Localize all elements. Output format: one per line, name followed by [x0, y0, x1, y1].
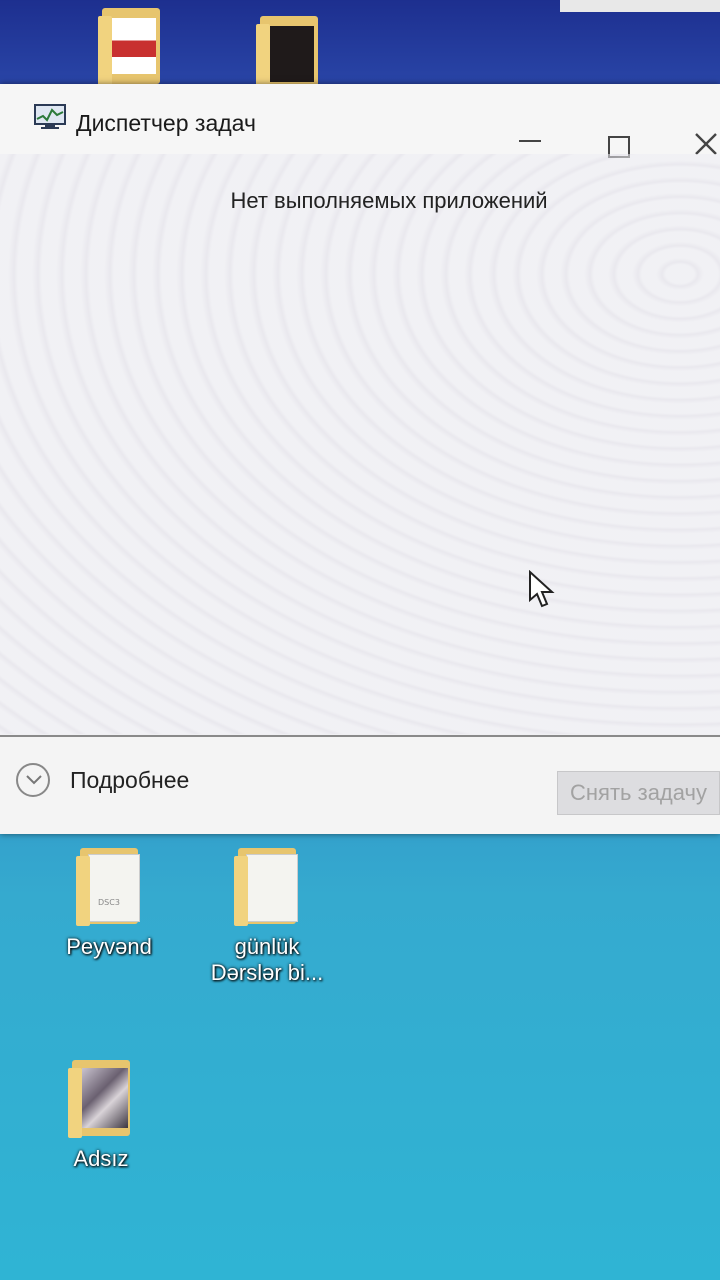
- desktop-icon-top-1[interactable]: [66, 6, 196, 86]
- empty-list-message: Нет выполняемых приложений: [230, 188, 548, 213]
- folder-icon: [98, 6, 164, 86]
- desktop-icon-adsiz[interactable]: Adsız: [36, 1058, 166, 1172]
- desktop-icon-label: Adsız: [73, 1146, 129, 1171]
- close-icon: [695, 133, 717, 155]
- desktop-icon-label: Peyvənd: [66, 934, 152, 959]
- desktop-icon-gunluk[interactable]: günlük Dərslər bi...: [202, 846, 332, 986]
- more-details-button[interactable]: Подробнее: [16, 761, 236, 801]
- end-task-button[interactable]: Снять задачу: [557, 771, 720, 815]
- folder-icon: [234, 846, 300, 926]
- minimize-icon: [519, 140, 541, 142]
- screen-edge-strip: [560, 0, 720, 12]
- mouse-pointer-icon: [528, 569, 556, 615]
- desktop-icon-label-line1: günlük: [234, 934, 300, 959]
- task-manager-icon: [34, 104, 66, 130]
- window-footer: Подробнее Снять задачу: [0, 737, 720, 834]
- desktop-icon-label: günlük Dərslər bi...: [202, 934, 332, 986]
- folder-icon: [68, 1058, 134, 1138]
- window-title: Диспетчер задач: [76, 110, 256, 136]
- desktop-icon-top-2[interactable]: [224, 14, 354, 94]
- desktop-icon-peyvend[interactable]: DSC3 Peyvənd: [44, 846, 174, 960]
- more-details-label: Подробнее: [70, 767, 190, 793]
- title-bar[interactable]: Диспетчер задач: [0, 84, 720, 158]
- folder-icon: [256, 14, 322, 94]
- app-list-area[interactable]: [0, 154, 720, 734]
- chevron-down-icon: [16, 763, 50, 797]
- task-manager-window: Диспетчер задач Нет выполняемых приложен…: [0, 84, 720, 834]
- desktop-icon-label-line2: Dərslər bi...: [210, 960, 324, 985]
- folder-icon: DSC3: [76, 846, 142, 926]
